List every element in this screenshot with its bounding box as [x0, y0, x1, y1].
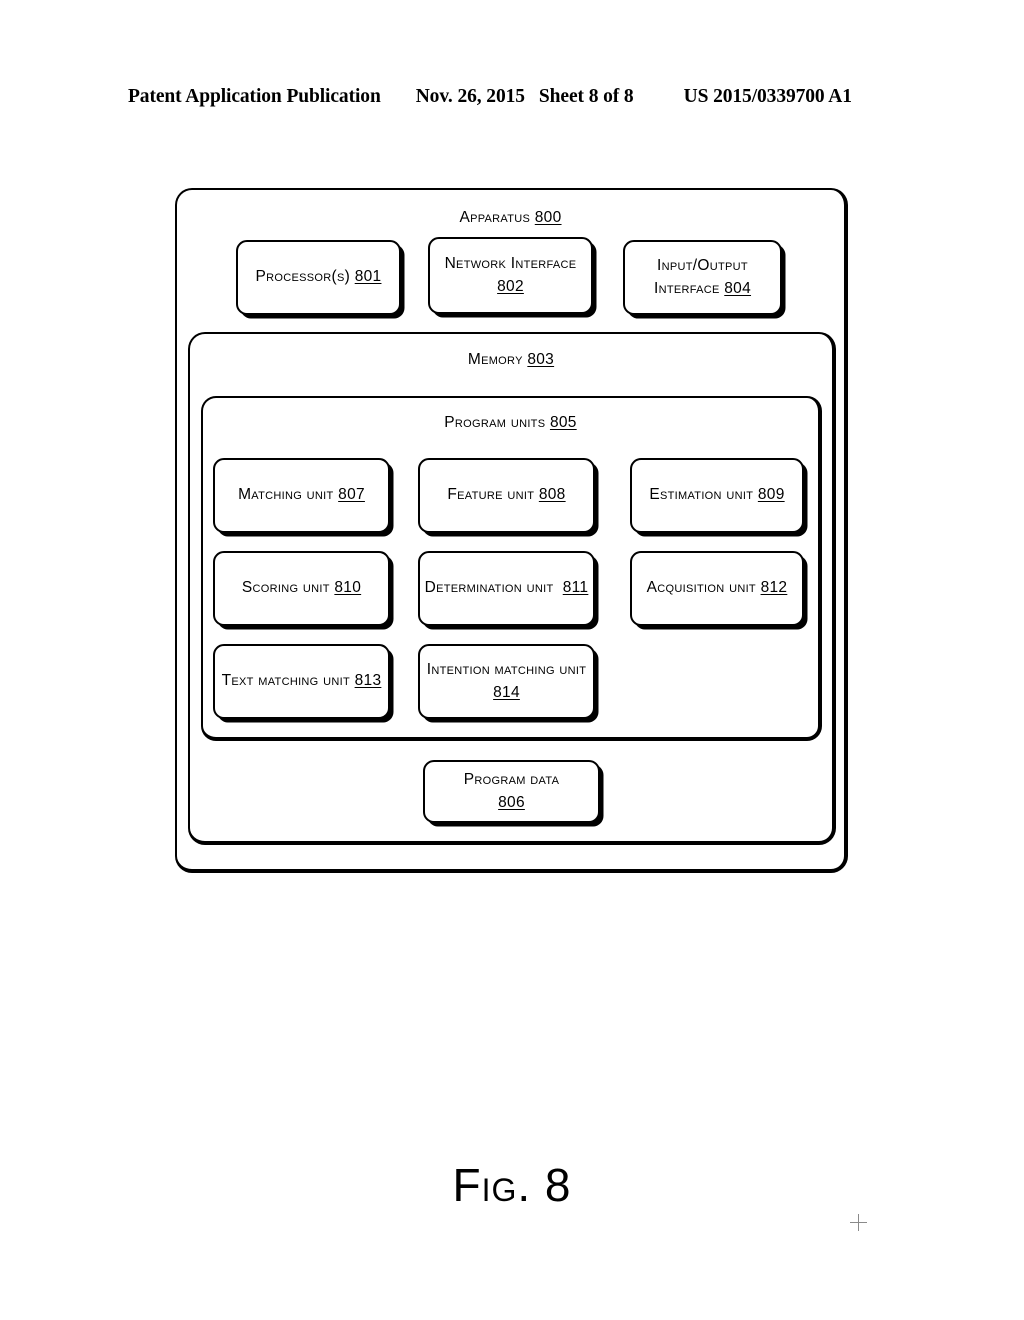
- network-interface-box: Network Interface 802: [428, 237, 593, 314]
- memory-title: Memory 803: [467, 351, 555, 368]
- scoring-unit-label: Scoring unit 810: [241, 579, 362, 597]
- feature-unit-box: Feature unit 808: [418, 458, 595, 533]
- header-publication-date: Nov. 26, 2015: [415, 86, 525, 107]
- page-header: Patent Application Publication Nov. 26, …: [128, 86, 896, 116]
- text-matching-unit-box: Text matching unit 813: [213, 644, 390, 719]
- acquisition-unit-label: Acquisition unit 812: [646, 579, 788, 597]
- determination-unit-box: Determination unit 811: [418, 551, 595, 626]
- input-output-interface-box: Input/Output Interface 804: [623, 240, 782, 315]
- program-units-title: Program units 805: [444, 414, 577, 431]
- program-data-label: Program data 806: [463, 771, 560, 811]
- processor-box: Processor(s) 801: [236, 240, 401, 315]
- processor-label: Processor(s) 801: [255, 268, 382, 286]
- text-matching-unit-label: Text matching unit 813: [221, 672, 382, 690]
- intention-matching-unit-box: Intention matching unit 814: [418, 644, 595, 719]
- determination-unit-label: Determination unit 811: [424, 579, 589, 597]
- feature-unit-label: Feature unit 808: [447, 486, 566, 504]
- acquisition-unit-box: Acquisition unit 812: [630, 551, 804, 626]
- estimation-unit-box: Estimation unit 809: [630, 458, 804, 533]
- program-data-box: Program data 806: [423, 760, 600, 823]
- matching-unit-label: Matching unit 807: [238, 486, 365, 504]
- estimation-unit-label: Estimation unit 809: [649, 486, 785, 504]
- header-publication-title: Patent Application Publication: [128, 86, 381, 107]
- matching-unit-box: Matching unit 807: [213, 458, 390, 533]
- apparatus-title: Apparatus 800: [459, 209, 562, 226]
- network-interface-label: Network Interface 802: [444, 255, 582, 295]
- intention-matching-unit-label: Intention matching unit 814: [426, 661, 587, 701]
- header-patent-number: US 2015/0339700 A1: [683, 86, 852, 107]
- header-sheet-number: Sheet 8 of 8: [538, 86, 634, 107]
- figure-caption: Fig. 8: [452, 1159, 572, 1211]
- scoring-unit-box: Scoring unit 810: [213, 551, 390, 626]
- input-output-interface-label: Input/Output Interface 804: [653, 257, 752, 297]
- registration-cross-icon: [850, 1214, 867, 1231]
